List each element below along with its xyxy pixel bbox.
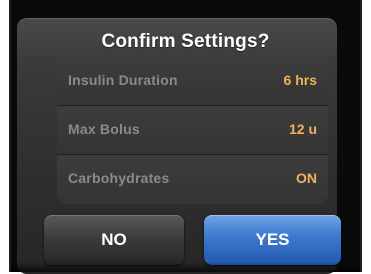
yes-button-label: YES — [255, 230, 290, 249]
setting-label: Insulin Duration — [68, 72, 178, 88]
setting-row-max-bolus: Max Bolus 12 u — [57, 106, 328, 154]
device: Confirm Settings? Insulin Duration 6 hrs… — [0, 0, 371, 274]
setting-value: 12 u — [288, 121, 317, 137]
yes-button[interactable]: YES — [204, 215, 341, 265]
setting-label: Carbohydrates — [68, 170, 170, 186]
setting-row-insulin-duration: Insulin Duration 6 hrs — [57, 57, 328, 105]
setting-row-carbohydrates: Carbohydrates ON — [57, 155, 328, 203]
setting-value: 6 hrs — [283, 72, 317, 88]
no-button[interactable]: NO — [44, 215, 184, 265]
settings-list: Insulin Duration 6 hrs Max Bolus 12 u Ca… — [57, 57, 328, 203]
dialog-title: Confirm Settings? — [101, 31, 270, 52]
no-button-label: NO — [101, 230, 127, 249]
setting-label: Max Bolus — [68, 121, 140, 137]
setting-value: ON — [296, 170, 317, 186]
